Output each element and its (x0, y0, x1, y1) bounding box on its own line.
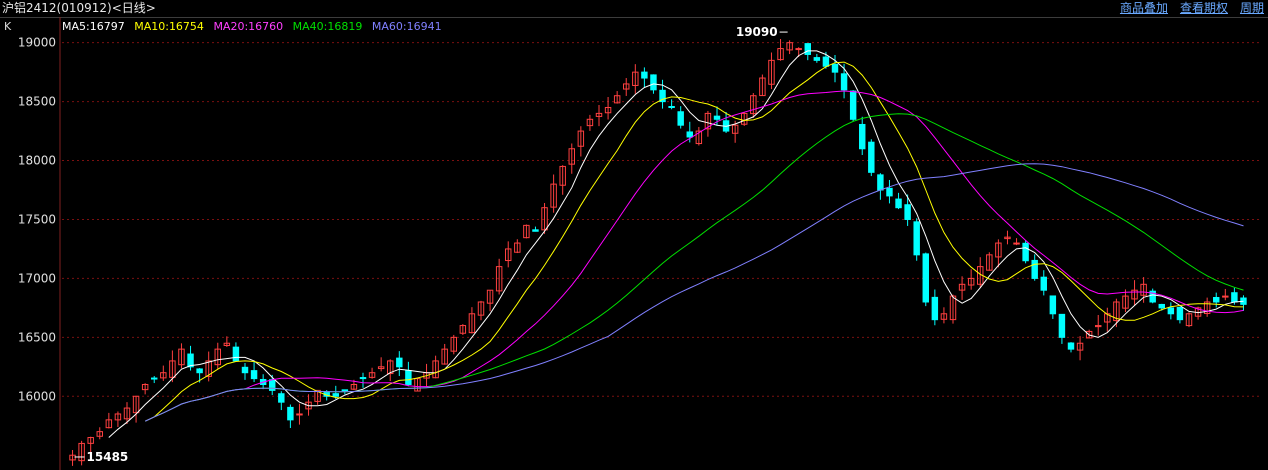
candle-body (405, 370, 412, 385)
candle-body (232, 346, 240, 362)
ma-line-ma60 (144, 163, 1244, 422)
candle-body (250, 370, 258, 380)
high-label: 19090 (736, 25, 778, 39)
candle-body (859, 123, 866, 150)
candle-body (677, 111, 684, 126)
candle-body (804, 43, 811, 55)
candle-body (822, 56, 830, 67)
y-tick-label: 18000 (18, 154, 56, 168)
y-tick-label: 18500 (18, 95, 56, 109)
candle-body (151, 377, 158, 380)
ma-line-ma5 (108, 50, 1244, 438)
y-tick-label: 17500 (18, 212, 56, 226)
toolbar-links: 商品叠加 查看期权 周期 (1120, 0, 1264, 16)
kline-chart[interactable]: 16000 16500 17000 17500 18000 18500 19000 19090… (0, 17, 1268, 470)
candle-body (931, 296, 939, 321)
candle-body (332, 393, 339, 397)
candle-body (359, 377, 367, 380)
contract-title: 沪铝2412(010912)<日线> (2, 1, 156, 15)
candle-body (813, 57, 821, 61)
candle-body (1231, 292, 1238, 303)
candle-body (877, 174, 884, 191)
candle-body (641, 71, 648, 79)
candle-body (1040, 276, 1047, 291)
candle-body (532, 229, 539, 232)
view-options-link[interactable]: 查看期权 (1180, 0, 1228, 16)
candle-body (686, 131, 693, 138)
candle-body (296, 413, 303, 416)
y-tick-label: 19000 (18, 36, 56, 50)
y-tick-label: 17000 (18, 271, 56, 285)
candle-body (1158, 303, 1165, 309)
low-label: 15485 (87, 450, 129, 464)
candle-body (196, 368, 203, 374)
candle-body (1013, 242, 1020, 245)
y-tick-label: 16000 (18, 389, 56, 403)
title-bar: 沪铝2412(010912)<日线> 商品叠加 查看期权 周期 (0, 0, 1268, 18)
candle-body (287, 406, 294, 421)
candle-body (668, 106, 675, 109)
candle-body (278, 393, 285, 403)
candle-body (904, 204, 911, 220)
ma-line-ma40 (144, 113, 1244, 422)
y-tick-label: 16500 (18, 330, 56, 344)
ma-line-ma20 (144, 90, 1244, 422)
candle-body (886, 187, 893, 197)
period-link[interactable]: 周期 (1240, 0, 1264, 16)
candle-body (1222, 295, 1229, 298)
commodity-overlay-link[interactable]: 商品叠加 (1120, 0, 1168, 16)
candle-body (1176, 307, 1184, 321)
candle-body (1067, 342, 1075, 350)
candle-body (1049, 295, 1057, 315)
candle-body (868, 141, 875, 173)
candle-body (341, 389, 349, 392)
candle-body (849, 90, 857, 120)
candle-body (650, 74, 657, 91)
candle-body (895, 198, 902, 209)
candle-body (241, 366, 249, 374)
candle-body (1213, 297, 1220, 303)
candle-body (913, 221, 920, 256)
candle-body (840, 73, 848, 91)
candle-body (1167, 307, 1175, 315)
candle-body (1058, 313, 1066, 338)
candle-body (1031, 259, 1038, 279)
candle-body (795, 48, 802, 51)
candle-body (922, 253, 929, 303)
candle-body (396, 357, 403, 368)
candle-body (831, 63, 839, 73)
candle-body (713, 115, 721, 120)
candle-body (1022, 242, 1029, 262)
